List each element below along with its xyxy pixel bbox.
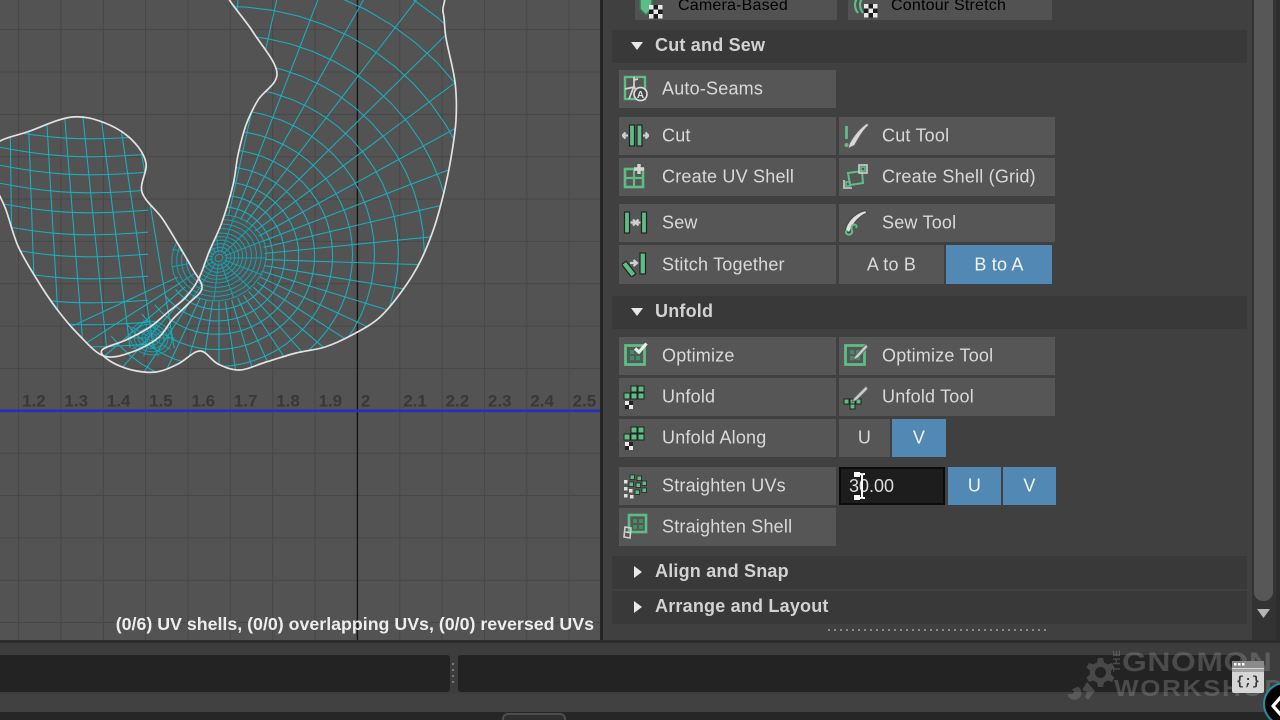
svg-text:2.2: 2.2 — [446, 392, 470, 411]
svg-text:2.3: 2.3 — [488, 392, 512, 411]
svg-text:2.4: 2.4 — [530, 392, 554, 411]
svg-text:2: 2 — [361, 392, 370, 411]
svg-text:A: A — [637, 90, 644, 101]
svg-text:1.6: 1.6 — [192, 392, 216, 411]
svg-text:1.9: 1.9 — [319, 392, 343, 411]
svg-text:1.4: 1.4 — [107, 392, 131, 411]
svg-text:2.5: 2.5 — [573, 392, 597, 411]
svg-text:1.3: 1.3 — [64, 392, 88, 411]
svg-text:1.8: 1.8 — [276, 392, 300, 411]
svg-text:{;}: {;} — [1236, 674, 1259, 689]
svg-text:1.7: 1.7 — [234, 392, 258, 411]
svg-text:2.1: 2.1 — [403, 392, 427, 411]
svg-text:1.2: 1.2 — [22, 392, 46, 411]
svg-text:(0/6) UV shells, (0/0) overlap: (0/6) UV shells, (0/0) overlapping UVs, … — [116, 614, 594, 634]
svg-text:1.5: 1.5 — [149, 392, 173, 411]
